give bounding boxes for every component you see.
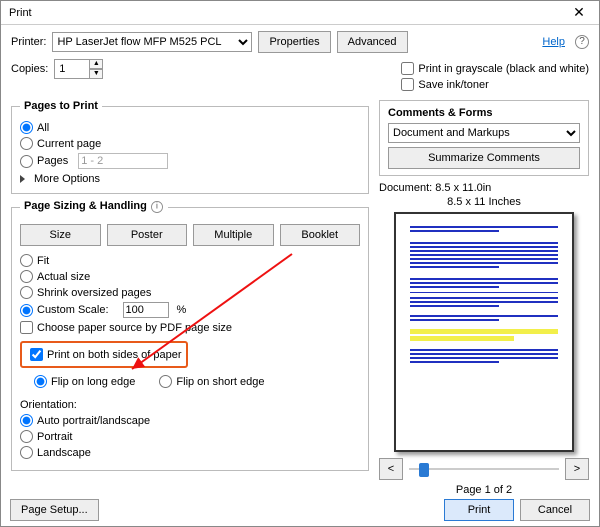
highlight-annotation: Print on both sides of paper — [20, 341, 188, 368]
page-indicator: Page 1 of 2 — [379, 484, 589, 496]
duplex-checkbox[interactable] — [30, 348, 43, 361]
saveink-checkbox[interactable] — [401, 78, 414, 91]
custom-scale-input[interactable] — [123, 302, 169, 318]
radio-pages[interactable] — [20, 155, 33, 168]
expander-icon[interactable] — [20, 175, 25, 183]
help-icon[interactable]: ? — [575, 35, 589, 49]
comments-forms-legend: Comments & Forms — [388, 107, 493, 119]
radio-orient-landscape[interactable] — [20, 446, 33, 459]
preview-slider[interactable] — [409, 461, 559, 477]
titlebar: Print ✕ — [1, 1, 599, 25]
radio-actual[interactable] — [20, 270, 33, 283]
help-link[interactable]: Help — [542, 36, 565, 48]
pages-range-input[interactable] — [78, 153, 168, 169]
saveink-label: Save ink/toner — [418, 79, 488, 91]
radio-current[interactable] — [20, 137, 33, 150]
sizing-legend: Page Sizing & Handling — [24, 200, 147, 212]
comments-forms-group: Comments & Forms Document and Markups Su… — [379, 100, 589, 176]
radio-custom-scale[interactable] — [20, 304, 33, 317]
page-preview — [394, 212, 574, 452]
close-icon[interactable]: ✕ — [559, 4, 599, 21]
radio-all[interactable] — [20, 121, 33, 134]
radio-fit[interactable] — [20, 254, 33, 267]
advanced-button[interactable]: Advanced — [337, 31, 408, 53]
tab-size[interactable]: Size — [20, 224, 101, 246]
copies-input[interactable] — [54, 59, 90, 79]
tab-booklet[interactable]: Booklet — [280, 224, 361, 246]
orientation-label: Orientation: — [20, 399, 77, 411]
spin-down-icon[interactable]: ▼ — [89, 69, 103, 79]
radio-flip-long[interactable] — [34, 375, 47, 388]
grayscale-checkbox[interactable] — [401, 62, 414, 75]
comments-forms-select[interactable]: Document and Markups — [388, 123, 580, 143]
properties-button[interactable]: Properties — [258, 31, 330, 53]
window-title: Print — [9, 7, 559, 19]
document-size-label: Document: 8.5 x 11.0in — [379, 182, 589, 194]
radio-shrink[interactable] — [20, 286, 33, 299]
preview-prev-button[interactable]: < — [379, 458, 403, 480]
summarize-comments-button[interactable]: Summarize Comments — [388, 147, 580, 169]
copies-stepper[interactable]: ▲▼ — [54, 59, 103, 79]
radio-flip-short[interactable] — [159, 375, 172, 388]
printer-label: Printer: — [11, 36, 46, 48]
radio-orient-auto[interactable] — [20, 414, 33, 427]
printer-select[interactable]: HP LaserJet flow MFP M525 PCL — [52, 32, 252, 52]
copies-label: Copies: — [11, 63, 48, 75]
pages-legend: Pages to Print — [24, 100, 98, 112]
tab-poster[interactable]: Poster — [107, 224, 188, 246]
preview-caption: 8.5 x 11 Inches — [379, 196, 589, 208]
print-button[interactable]: Print — [444, 499, 514, 521]
choose-source-checkbox[interactable] — [20, 321, 33, 334]
pages-to-print-group: Pages to Print All Current page Pages Mo… — [11, 100, 369, 194]
preview-next-button[interactable]: > — [565, 458, 589, 480]
grayscale-label: Print in grayscale (black and white) — [418, 63, 589, 75]
tab-multiple[interactable]: Multiple — [193, 224, 274, 246]
more-options-toggle[interactable]: More Options — [34, 173, 100, 185]
cancel-button[interactable]: Cancel — [520, 499, 590, 521]
info-icon[interactable]: i — [151, 201, 163, 213]
radio-orient-portrait[interactable] — [20, 430, 33, 443]
page-setup-button[interactable]: Page Setup... — [10, 499, 99, 521]
duplex-label: Print on both sides of paper — [47, 349, 182, 361]
sizing-group: Page Sizing & Handling i Size Poster Mul… — [11, 200, 369, 471]
spin-up-icon[interactable]: ▲ — [89, 59, 103, 69]
